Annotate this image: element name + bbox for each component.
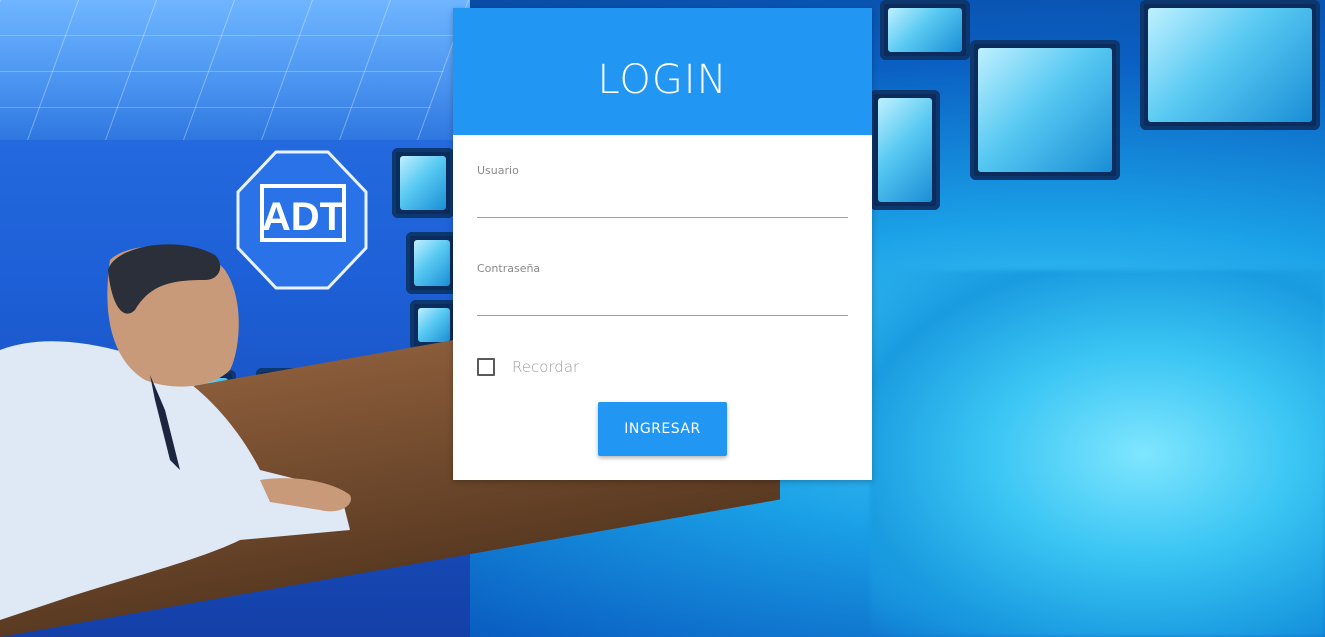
blurred-monitor — [870, 270, 1325, 637]
password-input[interactable] — [477, 289, 848, 316]
monitor-wall-right — [870, 0, 1325, 260]
wall-monitor — [392, 148, 454, 218]
password-field-group: Contraseña — [477, 262, 848, 316]
operator-figure — [0, 244, 351, 620]
remember-checkbox[interactable] — [477, 358, 495, 376]
login-title: LOGIN — [453, 8, 872, 135]
remember-label: Recordar — [512, 358, 580, 376]
login-card: LOGIN Usuario Contraseña Recordar INGRES… — [453, 8, 872, 480]
username-field-group: Usuario — [477, 164, 848, 218]
login-button[interactable]: INGRESAR — [598, 402, 727, 456]
wall-monitor — [406, 232, 458, 294]
password-label: Contraseña — [477, 262, 541, 275]
username-label: Usuario — [477, 164, 519, 177]
adt-logo-text: ADT — [262, 195, 344, 239]
remember-option[interactable]: Recordar — [477, 358, 579, 376]
ceiling — [0, 0, 470, 140]
username-input[interactable] — [477, 191, 848, 218]
